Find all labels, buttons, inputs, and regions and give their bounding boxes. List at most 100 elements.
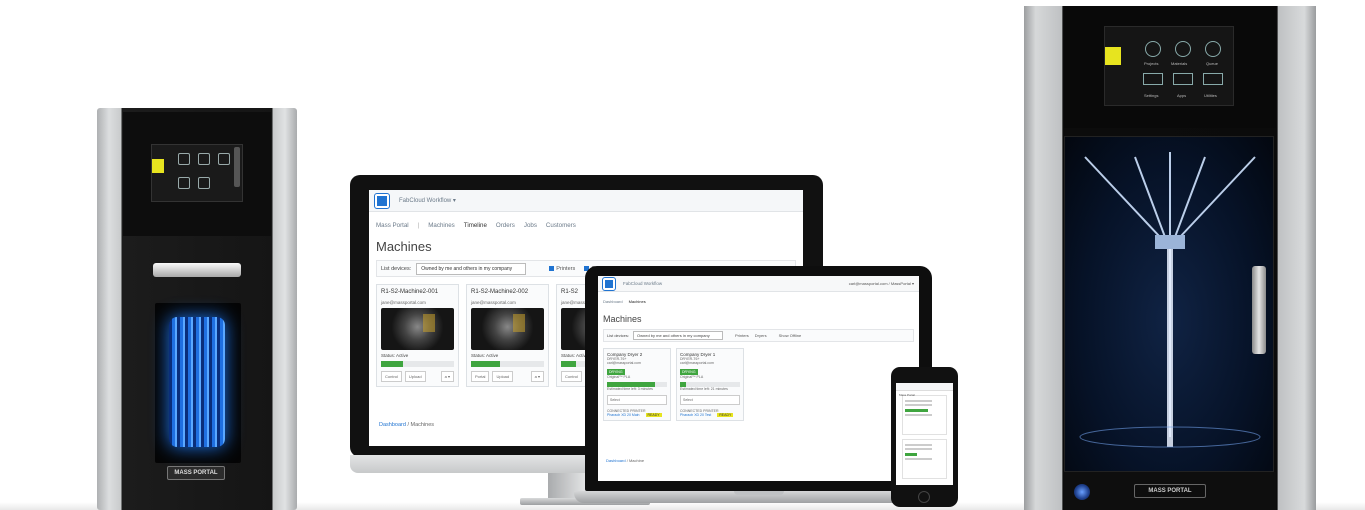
main-nav: Dashboard Machines [598, 292, 919, 304]
page-title: Machines [376, 239, 432, 254]
phone-header: Mass Portal [896, 383, 953, 397]
nav-item[interactable]: Jobs [524, 222, 537, 229]
more-dropdown[interactable]: a ▾ [440, 371, 454, 382]
menu-label: Utilities [1204, 93, 1217, 98]
phone-card[interactable] [902, 395, 947, 435]
nav-item[interactable]: Orders [496, 222, 515, 229]
filament-spool [169, 317, 225, 447]
breadcrumb-home[interactable]: Dashboard [379, 422, 406, 428]
machine-name: R1-S2-Machine2-002 [471, 289, 529, 295]
more-dropdown[interactable]: a ▾ [530, 371, 544, 382]
upload-button[interactable]: Upload [404, 371, 426, 382]
progress-bar [381, 361, 454, 367]
breadcrumb-current: Machines [410, 422, 435, 428]
power-button-icon[interactable] [1074, 484, 1090, 500]
scroll-rail [234, 147, 240, 187]
printer-link[interactable]: Pharaoh XD 20 Test [680, 413, 711, 417]
card-actions: Control Upload a ▾ [381, 371, 454, 382]
checkbox-icon [549, 266, 555, 271]
nav-item[interactable]: Customers [546, 222, 576, 229]
menu-label: Projects [1144, 61, 1159, 66]
filament-window [155, 303, 241, 463]
checkbox-label: Printers [556, 265, 576, 272]
action-select[interactable]: Select [607, 395, 667, 405]
settings-icon [1143, 73, 1163, 85]
breadcrumb-separator: / [407, 422, 409, 428]
dryers-checkbox[interactable]: Dryers [755, 333, 767, 338]
machine-status: Status: Active [381, 353, 409, 358]
device-filter-select[interactable]: Owned by me and others in my company [416, 262, 527, 275]
printer-link[interactable]: Pharaoh XD 20 Main [607, 413, 640, 417]
dryer-card[interactable]: Company Dryer 1 DRYER-T6+ carl@massporta… [676, 348, 744, 421]
page-title: Machines [603, 314, 642, 324]
machine-card[interactable]: R1-S2-Machine2-002 jane@massportal.com S… [466, 284, 549, 387]
door-handle [1252, 266, 1266, 354]
door-handle [153, 263, 241, 277]
menu-label: Apps [1177, 93, 1187, 98]
nav-item-active[interactable]: Timeline [464, 222, 487, 229]
app-title[interactable]: FabCloud Workflow [623, 281, 662, 286]
control-button[interactable]: Control [381, 371, 402, 382]
user-menu[interactable]: carl@massportal.com / MassPortal ▾ [849, 281, 914, 286]
phone-title: Mass Portal [899, 393, 915, 397]
build-chamber [1064, 136, 1274, 472]
app-logo-icon [602, 276, 616, 291]
menu-label: Materials [1171, 61, 1188, 66]
time-remaining: Estimated time left: 21 minutes [680, 387, 728, 391]
queue-icon [1205, 41, 1221, 57]
time-remaining: Estimated time left: 3 minutes [607, 387, 653, 391]
home-button[interactable] [918, 491, 930, 503]
control-button[interactable]: Control [561, 371, 582, 382]
printer-touchscreen[interactable] [151, 144, 243, 202]
portal-button[interactable]: Portal [471, 371, 490, 382]
ready-badge: READY [645, 413, 662, 417]
brand-logo: MASS PORTAL [1134, 484, 1206, 498]
main-nav: Mass Portal | Machines Timeline Orders J… [369, 212, 803, 229]
dryer-owner: carl@massportal.com [607, 361, 641, 365]
card-actions: Portal Upload a ▾ [471, 371, 544, 382]
machine-owner: jane@massportal.com [381, 300, 426, 305]
highlight-tab [152, 159, 164, 173]
nav-item[interactable]: Dashboard [603, 299, 623, 304]
filter-label: List devices: [607, 333, 630, 338]
material-label: Original™ PLA [607, 375, 631, 379]
upload-button[interactable]: Upload [492, 371, 514, 382]
breadcrumb: Dashboard / Machine [606, 458, 644, 463]
dryer-card[interactable]: Company Dryer 2 DRYER-T6+ carl@massporta… [603, 348, 671, 421]
show-offline-checkbox[interactable]: Show Offline [779, 333, 802, 338]
dryer-cards: Company Dryer 2 DRYER-T6+ carl@massporta… [598, 342, 919, 427]
progress-bar [471, 361, 544, 367]
breadcrumb-home[interactable]: Dashboard [606, 458, 626, 463]
menu-icon [178, 177, 190, 189]
printer-touchscreen[interactable]: Projects Materials Queue Settings Apps U… [1104, 26, 1234, 106]
printers-checkbox[interactable]: Printers [549, 266, 575, 272]
menu-label: Settings [1144, 93, 1159, 98]
nav-item-active[interactable]: Machines [629, 299, 646, 304]
menu-icon [198, 177, 210, 189]
machine-name: R1-S2-Machine2-001 [381, 289, 439, 295]
nav-item[interactable]: Mass Portal [376, 222, 409, 229]
app-title[interactable]: FabCloud Workflow ▾ [399, 197, 456, 204]
laptop-screen: FabCloud Workflow carl@massportal.com / … [598, 276, 919, 481]
menu-label: Queue [1206, 61, 1219, 66]
left-3d-printer: MASS PORTAL [97, 108, 297, 510]
right-3d-printer: Projects Materials Queue Settings Apps U… [1024, 6, 1316, 510]
breadcrumb: Dashboard / Machines [379, 422, 434, 428]
app-logo-icon [374, 192, 390, 209]
action-select[interactable]: Select [680, 395, 740, 405]
product-lineup: MASS PORTAL FabCloud Workflow ▾ Mass Por… [0, 0, 1365, 510]
machine-card[interactable]: R1-S2-Machine2-001 jane@massportal.com S… [376, 284, 459, 387]
materials-icon [1175, 41, 1191, 57]
device-filter-select[interactable]: Owned by me and others in my company [633, 331, 724, 340]
menu-icon [198, 153, 210, 165]
ready-badge: READY [717, 413, 734, 417]
menu-icon [178, 153, 190, 165]
breadcrumb-current: Machine [628, 458, 645, 463]
brand-logo: MASS PORTAL [167, 466, 225, 480]
phone-card[interactable] [902, 439, 947, 479]
nav-item[interactable]: Machines [428, 222, 454, 229]
delta-arm-frame [1079, 152, 1261, 448]
smartphone: Mass Portal [891, 367, 958, 507]
printers-checkbox[interactable]: Printers [735, 333, 749, 338]
camera-feed [381, 308, 454, 350]
